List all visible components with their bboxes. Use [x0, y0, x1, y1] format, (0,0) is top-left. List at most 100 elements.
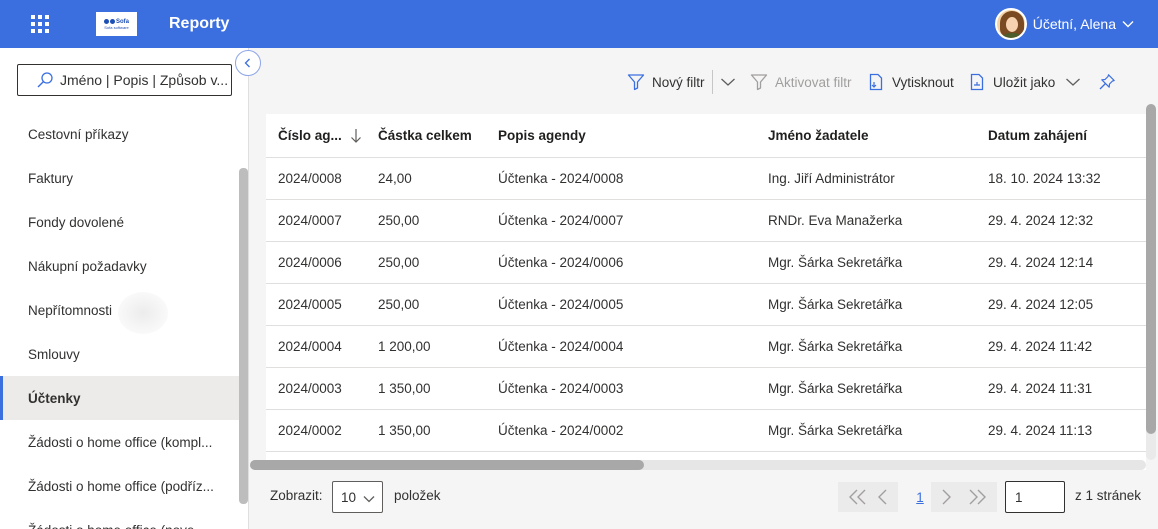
new-filter-label: Nový filtr: [652, 74, 705, 90]
filter-dropdown-button[interactable]: [720, 68, 743, 96]
table-cell: Účtenka - 2024/0007: [498, 213, 624, 228]
pin-button[interactable]: [1098, 68, 1123, 96]
column-header-jmeno-zadatele[interactable]: Jméno žadatele: [768, 114, 869, 157]
last-page-icon[interactable]: [965, 488, 989, 506]
table-cell: 2024/0002: [278, 423, 342, 438]
table-cell: RNDr. Eva Manažerka: [768, 213, 903, 228]
table-cell: Účtenka - 2024/0003: [498, 381, 624, 396]
next-page-icon[interactable]: [939, 488, 953, 506]
table-cell: 24,00: [378, 171, 412, 186]
sidebar-item-smlouvy[interactable]: Smlouvy: [0, 332, 239, 376]
table-row[interactable]: 2024/0006 250,00 Účtenka - 2024/0006 Mgr. Š…: [266, 242, 1146, 284]
save-icon: [970, 73, 984, 91]
save-as-label: Uložit jako: [993, 74, 1056, 90]
chevron-down-icon: [363, 496, 375, 503]
items-label: položek: [394, 488, 441, 503]
activate-filter-label: Aktivovat filtr: [775, 74, 852, 90]
table-cell: 2024/0005: [278, 297, 342, 312]
table-cell: 1 350,00: [378, 381, 431, 396]
search-input[interactable]: Jméno | Popis | Způsob v...: [17, 64, 232, 96]
table-cell: 1 350,00: [378, 423, 431, 438]
table-cell: 2024/0008: [278, 171, 342, 186]
next-last-page-buttons: [931, 482, 997, 512]
table-row[interactable]: 2024/0008 24,00 Účtenka - 2024/0008 Ing. Ji…: [266, 158, 1146, 200]
chevron-down-icon: [1066, 78, 1081, 86]
first-page-icon[interactable]: [846, 488, 870, 506]
activate-filter-button[interactable]: Aktivovat filtr: [750, 68, 852, 96]
sidebar-item-home-office-podriz[interactable]: Žádosti o home office (podříz...: [0, 464, 239, 508]
search-placeholder: Jméno | Popis | Způsob v...: [60, 72, 229, 88]
prev-page-icon[interactable]: [876, 488, 890, 506]
chevron-left-icon: [244, 58, 250, 68]
chevron-down-icon: [1122, 21, 1134, 28]
table-cell: 250,00: [378, 297, 420, 312]
table-cell: Ing. Jiří Administrátor: [768, 171, 895, 186]
filter-disabled-icon: [750, 74, 768, 91]
pin-icon: [1099, 74, 1115, 90]
print-label: Vytisknout: [892, 74, 954, 90]
column-header-castka-celkem[interactable]: Částka celkem: [378, 114, 472, 157]
table-row[interactable]: 2024/0004 1 200,00 Účtenka - 2024/0004 Mgr.…: [266, 326, 1146, 368]
toolbar-divider: [712, 70, 713, 94]
table-cell: 29. 4. 2024 11:42: [988, 339, 1093, 354]
table-cell: 1 200,00: [378, 339, 431, 354]
data-grid: Číslo ag... Částka celkem Popis agendy J…: [266, 114, 1146, 470]
sidebar-item-home-office-nove[interactable]: Žádosti o home office (nove...: [0, 508, 239, 529]
waffle-icon[interactable]: [20, 0, 60, 48]
table-cell: Účtenka - 2024/0006: [498, 255, 624, 270]
search-icon: [37, 72, 53, 88]
page-size-select[interactable]: 10: [332, 481, 383, 513]
sidebar-scrollbar[interactable]: [239, 168, 248, 504]
table-cell: Mgr. Šárka Sekretářka: [768, 423, 903, 438]
collapse-sidebar-button[interactable]: [235, 50, 261, 76]
new-filter-button[interactable]: Nový filtr: [627, 68, 705, 96]
page-number-input[interactable]: 1: [1005, 481, 1065, 513]
table-header: Číslo ag... Částka celkem Popis agendy J…: [266, 114, 1146, 158]
sidebar-item-home-office-kompl[interactable]: Žádosti o home office (kompl...: [0, 420, 239, 464]
top-bar: Sofa Sofa software Reporty Účetní, Alena: [0, 0, 1158, 48]
table-cell: 2024/0006: [278, 255, 342, 270]
table-cell: Mgr. Šárka Sekretářka: [768, 339, 903, 354]
table-cell: 2024/0003: [278, 381, 342, 396]
sidebar-item-fondy-dovolene[interactable]: Fondy dovolené: [0, 200, 239, 244]
company-logo[interactable]: Sofa Sofa software: [96, 12, 137, 36]
user-menu[interactable]: Účetní, Alena: [994, 8, 1134, 40]
table-cell: 29. 4. 2024 12:14: [988, 255, 1094, 270]
page-size-label: Zobrazit:: [270, 488, 323, 503]
print-icon: [869, 73, 883, 91]
table-cell: Účtenka - 2024/0002: [498, 423, 624, 438]
table-cell: 2024/0007: [278, 213, 342, 228]
sidebar-item-nakupni-pozadavky[interactable]: Nákupní požadavky: [0, 244, 239, 288]
filter-icon: [627, 74, 645, 91]
table-row[interactable]: 2024/0007 250,00 Účtenka - 2024/0007 RNDr. …: [266, 200, 1146, 242]
save-as-button[interactable]: Uložit jako: [968, 68, 1081, 96]
sidebar-item-cestovni-prikazy[interactable]: Cestovní příkazy: [0, 112, 239, 156]
column-header-cislo-agendy[interactable]: Číslo ag...: [278, 114, 362, 157]
table-row[interactable]: 2024/0005 250,00 Účtenka - 2024/0005 Mgr. Š…: [266, 284, 1146, 326]
toolbar: Nový filtr Aktivovat filtr Vytisknout Ul…: [250, 68, 1158, 96]
table-row[interactable]: 2024/0003 1 350,00 Účtenka - 2024/0003 Mgr.…: [266, 368, 1146, 410]
print-button[interactable]: Vytisknout: [867, 68, 954, 96]
user-name: Účetní, Alena: [1032, 16, 1116, 32]
avatar: [994, 8, 1027, 40]
table-cell: Účtenka - 2024/0005: [498, 297, 624, 312]
table-cell: 2024/0004: [278, 339, 342, 354]
sidebar-item-faktury[interactable]: Faktury: [0, 156, 239, 200]
sidebar-item-uctenky[interactable]: Účtenky: [0, 376, 239, 420]
column-header-datum-zahajeni[interactable]: Datum zahájení: [988, 114, 1087, 157]
main-content: Nový filtr Aktivovat filtr Vytisknout Ul…: [250, 48, 1158, 529]
table-row[interactable]: 2024/0002 1 350,00 Účtenka - 2024/0002 Mgr.…: [266, 410, 1146, 452]
table-cell: 29. 4. 2024 12:32: [988, 213, 1094, 228]
grid-horizontal-scrollbar[interactable]: [250, 460, 644, 470]
pager: Zobrazit: 10 položek 1 1 z 1 stránek: [250, 478, 1158, 518]
grid-vertical-scrollbar[interactable]: [1146, 104, 1156, 434]
page-number-current[interactable]: 1: [910, 482, 930, 512]
table-cell: Mgr. Šárka Sekretářka: [768, 255, 903, 270]
column-header-popis-agendy[interactable]: Popis agendy: [498, 114, 586, 157]
table-cell: 250,00: [378, 255, 420, 270]
table-cell: 29. 4. 2024 11:13: [988, 423, 1093, 438]
sort-down-icon: [350, 128, 361, 143]
table-cell: 18. 10. 2024 13:32: [988, 171, 1101, 186]
table-cell: 250,00: [378, 213, 420, 228]
total-pages-label: z 1 stránek: [1075, 488, 1142, 503]
